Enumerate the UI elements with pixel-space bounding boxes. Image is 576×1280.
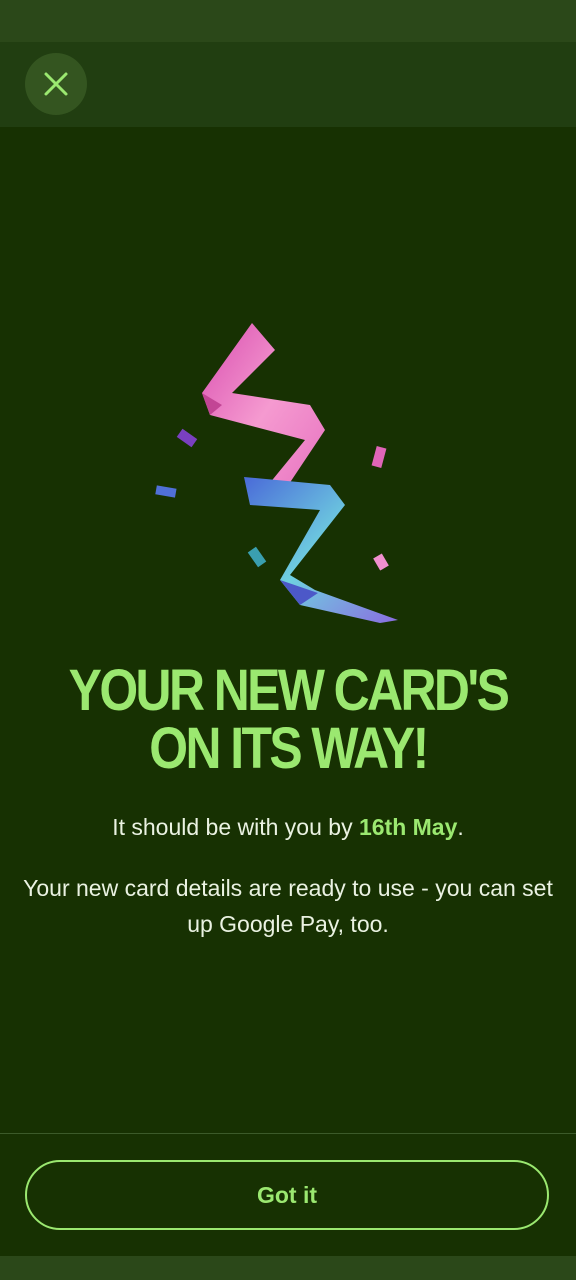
title-line-2: ON ITS WAY! <box>149 716 429 781</box>
status-bar <box>0 0 576 42</box>
page-title: YOUR NEW CARD'S ON ITS WAY! <box>40 662 535 778</box>
close-button[interactable] <box>25 53 87 115</box>
card-details-message: Your new card details are ready to use -… <box>23 875 553 937</box>
close-icon <box>43 71 69 97</box>
title-line-1: YOUR NEW CARD'S <box>68 658 510 723</box>
delivery-prefix: It should be with you by <box>112 814 359 840</box>
delivery-suffix: . <box>457 814 464 840</box>
delivery-date: 16th May <box>358 814 458 840</box>
ribbon-confetti-icon <box>140 305 440 635</box>
delivery-message: It should be with you by 16th May. <box>0 810 576 844</box>
got-it-button[interactable]: Got it <box>25 1160 549 1230</box>
card-on-its-way-screen: YOUR NEW CARD'S ON ITS WAY! It should be… <box>0 0 576 1280</box>
divider <box>0 1133 576 1134</box>
navigation-bar <box>0 1256 576 1280</box>
